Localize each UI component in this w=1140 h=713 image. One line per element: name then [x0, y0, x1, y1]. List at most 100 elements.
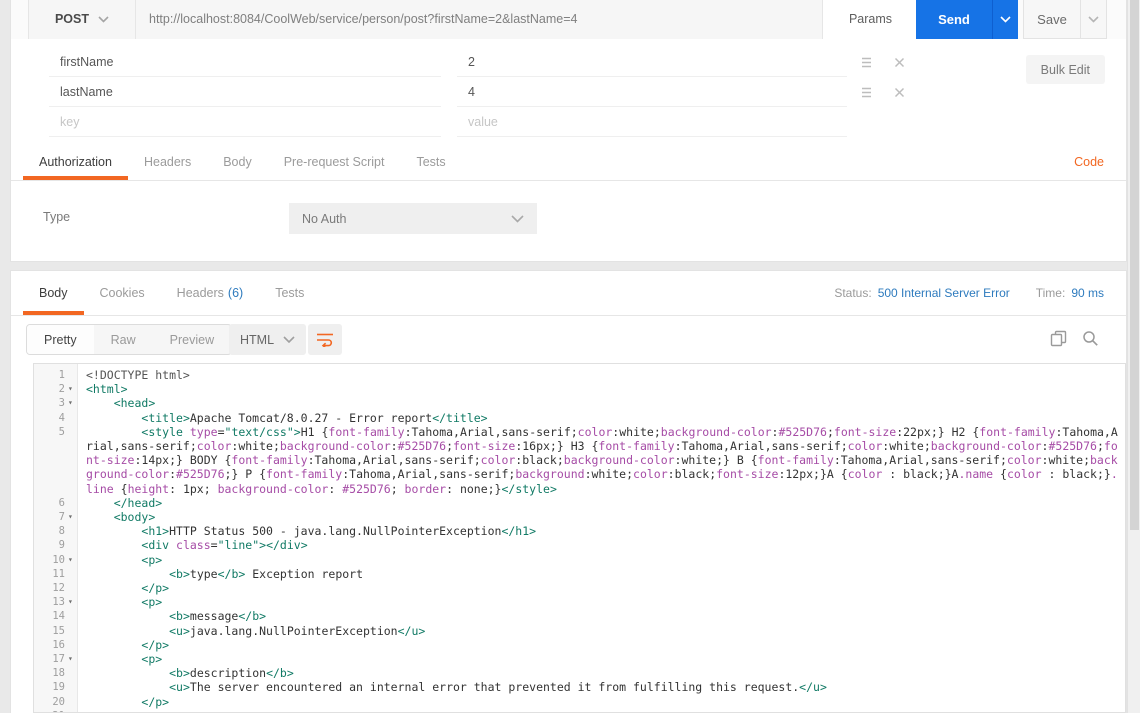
copy-icon	[1050, 330, 1066, 346]
code-text[interactable]: </p>	[78, 581, 1125, 595]
line-number: 16	[52, 638, 65, 651]
tab-body[interactable]: Body	[207, 144, 268, 180]
code-text[interactable]: <p>	[78, 652, 1125, 666]
code-text[interactable]: <title>Apache Tomcat/8.0.27 - Error repo…	[78, 411, 1125, 425]
param-value-input[interactable]: value	[457, 107, 847, 137]
view-mode-preview[interactable]: Preview	[153, 325, 231, 354]
param-value-input[interactable]: 4	[457, 77, 847, 107]
code-text[interactable]: <b>type</b> Exception report	[78, 567, 1125, 581]
code-text[interactable]: <h1>HTTP Status 500 - java.lang.NullPoin…	[78, 524, 1125, 538]
line-number[interactable]: 7 ▾	[34, 510, 78, 524]
line-number[interactable]: 10 ▾	[34, 553, 78, 567]
drag-handle-icon[interactable]	[858, 54, 874, 70]
fold-arrow-icon[interactable]: ▾	[65, 709, 78, 712]
params-key-value-editor: firstName 2 Bulk Edit lastName 4 key val…	[11, 39, 1126, 144]
response-tabs: Body Cookies Headers (6) Tests Status: 5…	[11, 271, 1126, 316]
tab-response-tests[interactable]: Tests	[259, 271, 320, 315]
params-toggle-button[interactable]: Params	[823, 0, 919, 39]
vertical-scrollbar-thumb[interactable]	[1130, 0, 1139, 530]
code-line: 18 <b>description</b>	[34, 666, 1125, 680]
code-line: 12 </p>	[34, 581, 1125, 595]
code-line: 5 <style type="text/css">H1 {font-family…	[34, 425, 1125, 496]
response-panel: Body Cookies Headers (6) Tests Status: 5…	[10, 270, 1127, 713]
param-key-input[interactable]: lastName	[49, 77, 441, 107]
remove-row-icon[interactable]	[891, 54, 907, 70]
tab-headers[interactable]: Headers	[128, 144, 207, 180]
param-value-input[interactable]: 2	[457, 47, 847, 77]
code-text[interactable]: <style type="text/css">H1 {font-family:T…	[78, 425, 1125, 496]
code-text[interactable]: </head>	[78, 496, 1125, 510]
time-value: 90 ms	[1071, 286, 1104, 300]
save-button[interactable]: Save	[1023, 0, 1080, 39]
fold-arrow-icon[interactable]: ▾	[65, 396, 78, 410]
time-label: Time:	[1035, 286, 1066, 300]
auth-type-select[interactable]: No Auth	[289, 203, 537, 234]
code-text[interactable]: <div class="line"></div>	[78, 538, 1125, 552]
tab-authorization[interactable]: Authorization	[23, 144, 128, 180]
authorization-panel: Type No Auth	[11, 181, 1126, 261]
code-text[interactable]: <head>	[78, 396, 1125, 410]
line-number[interactable]: 13 ▾	[34, 595, 78, 609]
line-number: 6	[58, 496, 65, 509]
auth-type-value: No Auth	[302, 211, 347, 226]
code-text[interactable]: <!DOCTYPE html>	[78, 368, 1125, 382]
generate-code-link[interactable]: Code	[1074, 144, 1104, 180]
save-options-button[interactable]	[1080, 0, 1107, 39]
language-select[interactable]: HTML	[229, 324, 307, 355]
auth-type-label: Type	[43, 210, 71, 224]
fold-arrow-icon[interactable]: ▾	[65, 382, 78, 396]
code-text[interactable]: <b>message</b>	[78, 609, 1125, 623]
http-method-select[interactable]: POST	[28, 0, 136, 39]
view-mode-pretty[interactable]: Pretty	[27, 325, 94, 354]
code-editor[interactable]: 1 <!DOCTYPE html> 2 ▾ <html> 3 ▾ <head> 4 <titl…	[33, 363, 1126, 713]
code-line: 20 </p>	[34, 695, 1125, 709]
request-url-input[interactable]: http://localhost:8084/CoolWeb/service/pe…	[136, 0, 823, 39]
headers-count-badge: (6)	[227, 286, 244, 300]
send-options-button[interactable]	[992, 0, 1018, 39]
tab-response-cookies[interactable]: Cookies	[84, 271, 161, 315]
wrap-text-button[interactable]	[308, 324, 342, 355]
drag-handle-icon[interactable]	[858, 84, 874, 100]
code-text[interactable]: <p>	[78, 709, 1125, 712]
code-text[interactable]: </p>	[78, 695, 1125, 709]
line-number[interactable]: 17 ▾	[34, 652, 78, 666]
headers-label: Headers	[176, 286, 224, 300]
tab-response-body[interactable]: Body	[23, 271, 84, 315]
code-line: 1 <!DOCTYPE html>	[34, 368, 1125, 382]
fold-arrow-icon[interactable]: ▾	[65, 510, 78, 524]
param-key-input[interactable]: key	[49, 107, 441, 137]
line-number: 8	[58, 525, 65, 538]
copy-response-button[interactable]	[1048, 328, 1068, 348]
fold-arrow-icon[interactable]: ▾	[65, 595, 78, 609]
code-line: 8 <h1>HTTP Status 500 - java.lang.NullPo…	[34, 524, 1125, 538]
code-text[interactable]: <u>java.lang.NullPointerException</u>	[78, 624, 1125, 638]
code-text[interactable]: <u>The server encountered an internal er…	[78, 680, 1125, 694]
vertical-scrollbar-track[interactable]	[1127, 0, 1140, 713]
view-mode-raw[interactable]: Raw	[94, 325, 153, 354]
search-response-button[interactable]	[1080, 328, 1100, 348]
fold-arrow-icon[interactable]: ▾	[65, 652, 78, 666]
code-text[interactable]: <body>	[78, 510, 1125, 524]
code-text[interactable]: <b>description</b>	[78, 666, 1125, 680]
line-number: 15	[52, 624, 65, 637]
tab-response-headers[interactable]: Headers (6)	[161, 271, 260, 315]
code-text[interactable]: <html>	[78, 382, 1125, 396]
code-text[interactable]: <p>	[78, 595, 1125, 609]
code-line: 3 ▾ <head>	[34, 396, 1125, 410]
remove-row-icon[interactable]	[891, 84, 907, 100]
line-number[interactable]: 21▾	[34, 709, 78, 712]
code-line: 17 ▾ <p>	[34, 652, 1125, 666]
chevron-down-icon	[511, 214, 524, 223]
tab-pre-request-script[interactable]: Pre-request Script	[268, 144, 401, 180]
send-button[interactable]: Send	[916, 0, 992, 39]
language-value: HTML	[240, 332, 275, 347]
param-key-input[interactable]: firstName	[49, 47, 441, 77]
line-number[interactable]: 3 ▾	[34, 396, 78, 410]
code-text[interactable]: </p>	[78, 638, 1125, 652]
code-line: 16 </p>	[34, 638, 1125, 652]
fold-arrow-icon[interactable]: ▾	[65, 553, 78, 567]
code-text[interactable]: <p>	[78, 553, 1125, 567]
tab-tests[interactable]: Tests	[400, 144, 461, 180]
chevron-down-icon	[1088, 15, 1099, 23]
line-number[interactable]: 2 ▾	[34, 382, 78, 396]
